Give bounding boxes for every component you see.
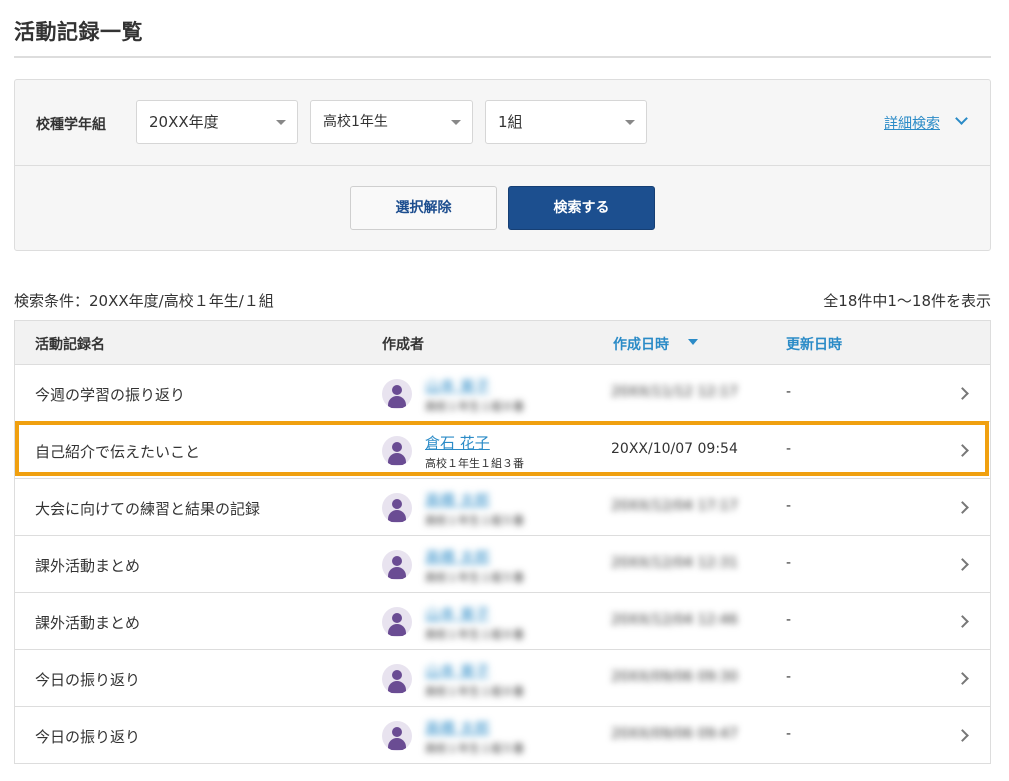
header-updated-sort[interactable]: 更新日時 xyxy=(786,334,842,354)
author-class: 高校１年生１組８番 xyxy=(425,628,524,641)
updated-datetime: - xyxy=(786,441,792,457)
created-datetime: 20XX/10/07 09:54 xyxy=(611,441,738,457)
updated-datetime: - xyxy=(786,498,792,514)
table-header: 活動記録名 作成者 作成日時 更新日時 xyxy=(15,321,990,365)
avatar-icon xyxy=(382,664,412,694)
avatar-icon xyxy=(382,493,412,523)
table-row[interactable]: 課外活動まとめ 山本 美子 高校１年生１組８番 20XX/12/04 12:46… xyxy=(15,593,990,650)
sort-desc-icon[interactable] xyxy=(688,339,698,345)
search-panel: 校種学年組 20XX年度 高校1年生 1組 詳細検索 選択解除 検索する xyxy=(14,79,991,251)
table-row[interactable]: 今週の学習の振り返り 山本 美子 高校１年生１組８番 20XX/11/12 12… xyxy=(15,365,990,422)
table-row[interactable]: 課外活動まとめ 高橋 太郎 高校１年生１組５番 20XX/12/04 12:31… xyxy=(15,536,990,593)
author-name-link[interactable]: 高橋 太郎 xyxy=(425,546,490,567)
created-datetime: 20XX/12/04 17:17 xyxy=(611,498,738,514)
advanced-search-link[interactable]: 詳細検索 xyxy=(884,113,940,133)
updated-datetime: - xyxy=(786,384,792,400)
table-row[interactable]: 自己紹介で伝えたいこと 倉石 花子 高校１年生１組３番 20XX/10/07 0… xyxy=(15,422,990,479)
grade-select[interactable]: 高校1年生 xyxy=(310,100,473,144)
table-row[interactable]: 今日の振り返り 高橋 太郎 高校１年生１組５番 20XX/09/06 09:47… xyxy=(15,707,990,764)
page-title: 活動記録一覧 xyxy=(14,20,143,44)
author-name-link[interactable]: 山本 美子 xyxy=(425,603,490,624)
updated-datetime: - xyxy=(786,669,792,685)
created-datetime: 20XX/09/06 09:30 xyxy=(611,669,738,685)
chevron-right-icon[interactable] xyxy=(956,501,969,514)
chevron-right-icon[interactable] xyxy=(956,387,969,400)
record-name: 今週の学習の振り返り xyxy=(35,386,186,404)
author-name-link[interactable]: 高橋 太郎 xyxy=(425,489,490,510)
chevron-right-icon[interactable] xyxy=(956,729,969,742)
table-row[interactable]: 大会に向けての練習と結果の記録 高橋 太郎 高校１年生１組５番 20XX/12/… xyxy=(15,479,990,536)
created-datetime: 20XX/11/12 12:17 xyxy=(611,384,738,400)
author-name-link[interactable]: 山本 美子 xyxy=(425,375,490,396)
author-class: 高校１年生１組５番 xyxy=(425,514,524,527)
avatar-icon xyxy=(382,550,412,580)
created-datetime: 20XX/12/04 12:46 xyxy=(611,612,738,628)
record-name: 自己紹介で伝えたいこと xyxy=(35,443,201,461)
year-select-value: 20XX年度 xyxy=(149,113,219,131)
search-button[interactable]: 検索する xyxy=(508,186,655,230)
created-datetime: 20XX/12/04 12:31 xyxy=(611,555,738,571)
avatar-icon xyxy=(382,607,412,637)
chevron-right-icon[interactable] xyxy=(956,558,969,571)
class-select-value: 1組 xyxy=(498,113,523,131)
filter-label: 校種学年組 xyxy=(36,117,106,133)
record-name: 大会に向けての練習と結果の記録 xyxy=(35,500,261,518)
activity-records-table: 活動記録名 作成者 作成日時 更新日時 今週の学習の振り返り 山本 美子 高校１… xyxy=(14,320,991,764)
search-criteria: 検索条件：20XX年度/高校１年生/１組 xyxy=(14,292,274,310)
record-name: 課外活動まとめ xyxy=(35,557,141,575)
filter-row: 校種学年組 20XX年度 高校1年生 1組 詳細検索 xyxy=(15,80,990,166)
author-name-link[interactable]: 高橋 太郎 xyxy=(425,717,490,738)
created-datetime: 20XX/09/06 09:47 xyxy=(611,726,738,742)
record-name: 今日の振り返り xyxy=(35,728,141,746)
updated-datetime: - xyxy=(786,612,792,628)
author-name-link[interactable]: 山本 美子 xyxy=(425,660,490,681)
table-row[interactable]: 今日の振り返り 山本 美子 高校１年生１組８番 20XX/09/06 09:30… xyxy=(15,650,990,707)
author-class: 高校１年生１組５番 xyxy=(425,742,524,755)
grade-select-value: 高校1年生 xyxy=(323,114,388,130)
caret-down-icon xyxy=(451,120,461,125)
record-name: 今日の振り返り xyxy=(35,671,141,689)
avatar-icon xyxy=(382,436,412,466)
avatar-icon xyxy=(382,721,412,751)
author-class: 高校１年生１組３番 xyxy=(425,457,524,470)
caret-down-icon xyxy=(276,120,286,125)
clear-selection-button[interactable]: 選択解除 xyxy=(350,186,497,230)
header-author: 作成者 xyxy=(382,337,424,353)
chevron-down-icon[interactable] xyxy=(955,112,968,125)
author-class: 高校１年生１組８番 xyxy=(425,400,524,413)
result-count: 全18件中1～18件を表示 xyxy=(823,292,991,310)
header-record-name: 活動記録名 xyxy=(35,337,105,353)
chevron-right-icon[interactable] xyxy=(956,444,969,457)
avatar-icon xyxy=(382,379,412,409)
caret-down-icon xyxy=(625,120,635,125)
header-created-sort[interactable]: 作成日時 xyxy=(613,334,669,354)
year-select[interactable]: 20XX年度 xyxy=(136,100,298,144)
author-class: 高校１年生１組５番 xyxy=(425,571,524,584)
author-class: 高校１年生１組８番 xyxy=(425,685,524,698)
updated-datetime: - xyxy=(786,555,792,571)
record-name: 課外活動まとめ xyxy=(35,614,141,632)
chevron-right-icon[interactable] xyxy=(956,615,969,628)
class-select[interactable]: 1組 xyxy=(485,100,647,144)
title-divider xyxy=(14,56,991,58)
chevron-right-icon[interactable] xyxy=(956,672,969,685)
author-name-link[interactable]: 倉石 花子 xyxy=(425,432,490,453)
updated-datetime: - xyxy=(786,726,792,742)
